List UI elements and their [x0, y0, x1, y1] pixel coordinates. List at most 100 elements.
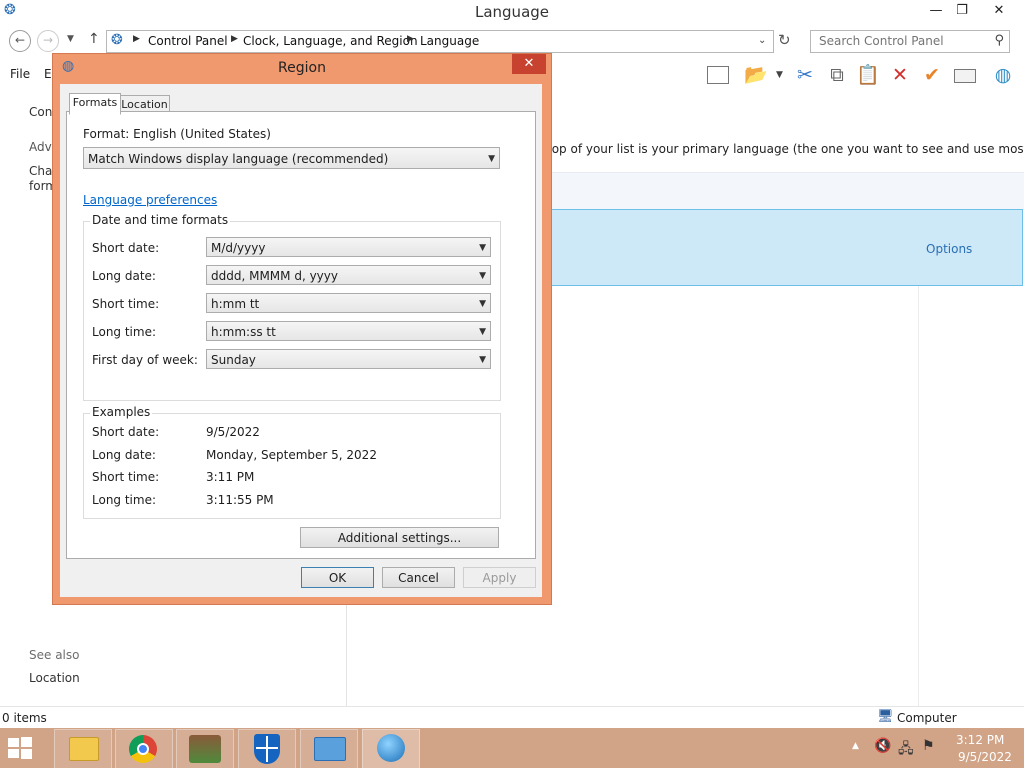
- search-input[interactable]: [817, 33, 981, 49]
- see-also-heading: See also: [29, 648, 80, 662]
- delete-icon[interactable]: ✕: [888, 64, 912, 86]
- tab-formats[interactable]: Formats: [69, 93, 121, 115]
- chevron-down-icon: ▼: [488, 154, 495, 164]
- long-time-select[interactable]: h:mm:ss tt ▼: [206, 321, 491, 341]
- volume-muted-icon[interactable]: 🔇: [874, 738, 891, 754]
- taskbar-clock-time[interactable]: 3:12 PM: [956, 733, 1004, 747]
- status-bar: 0 items 🖥 Computer: [0, 706, 1024, 729]
- region-clock-globe-icon: [377, 734, 405, 762]
- additional-settings-button[interactable]: Additional settings...: [300, 527, 499, 548]
- minimize-button[interactable]: —: [922, 0, 950, 22]
- properties-icon[interactable]: [953, 64, 977, 86]
- restore-button[interactable]: ❐: [948, 0, 976, 22]
- first-day-of-week-value: Sunday: [211, 353, 256, 367]
- long-time-label: Long time:: [92, 325, 157, 339]
- example-short-date-label: Short date:: [92, 425, 160, 439]
- folder-options-icon[interactable]: 📂: [744, 64, 768, 86]
- control-panel-icon: [314, 737, 346, 761]
- format-label: Format: English (United States): [83, 127, 271, 141]
- taskbar-region[interactable]: [362, 729, 420, 769]
- taskbar-defender[interactable]: [238, 729, 296, 769]
- taskbar-clock-date[interactable]: 9/5/2022: [958, 750, 1012, 764]
- short-time-value: h:mm tt: [211, 297, 260, 311]
- status-computer-label: Computer: [897, 711, 957, 725]
- format-select-value: Match Windows display language (recommen…: [88, 152, 389, 166]
- taskbar-game-app[interactable]: [176, 729, 234, 769]
- cut-icon[interactable]: ✂: [793, 64, 817, 86]
- address-dropdown-icon[interactable]: ⌄: [758, 35, 766, 46]
- example-short-time-label: Short time:: [92, 470, 160, 484]
- chevron-right-icon[interactable]: ▶: [133, 34, 140, 44]
- language-options-link[interactable]: Options: [926, 242, 972, 256]
- short-date-value: M/d/yyyy: [211, 241, 266, 255]
- shield-cross: [266, 736, 268, 762]
- chrome-icon-center: [137, 743, 149, 755]
- apply-button[interactable]: Apply: [463, 567, 536, 588]
- taskbar-chrome[interactable]: [115, 729, 173, 769]
- window-title: Language: [474, 3, 550, 21]
- status-item-count: 0 items: [2, 711, 47, 725]
- options-dropdown-icon[interactable]: ▼: [776, 70, 783, 80]
- chevron-down-icon: ▼: [479, 299, 486, 309]
- examples-group: Examples Short date: 9/5/2022 Long date:…: [83, 405, 501, 519]
- short-date-label: Short date:: [92, 241, 160, 255]
- long-date-select[interactable]: dddd, MMMM d, yyyy ▼: [206, 265, 491, 285]
- date-time-formats-title: Date and time formats: [90, 213, 231, 227]
- taskbar-file-explorer[interactable]: [54, 729, 112, 769]
- chevron-right-icon[interactable]: ▶: [407, 34, 414, 44]
- paste-icon[interactable]: 📋: [856, 64, 880, 86]
- globe-icon[interactable]: ◍: [991, 64, 1015, 86]
- chevron-down-icon: ▼: [479, 355, 486, 365]
- close-window-button[interactable]: ✕: [985, 0, 1013, 22]
- example-long-date-label: Long date:: [92, 448, 156, 462]
- taskbar-control-panel[interactable]: [300, 729, 358, 769]
- chevron-right-icon[interactable]: ▶: [231, 34, 238, 44]
- breadcrumb-clock-language-region[interactable]: Clock, Language, and Region: [243, 34, 418, 48]
- ok-button[interactable]: OK: [301, 567, 374, 588]
- short-date-select[interactable]: M/d/yyyy ▼: [206, 237, 491, 257]
- short-time-select[interactable]: h:mm tt ▼: [206, 293, 491, 313]
- shield-cross-bar: [256, 747, 278, 749]
- search-icon[interactable]: ⚲: [994, 33, 1004, 48]
- search-box[interactable]: ⚲: [810, 30, 1010, 53]
- game-app-icon: [189, 735, 221, 763]
- formats-tab-panel: Format: English (United States) Match Wi…: [66, 111, 536, 559]
- long-date-value: dddd, MMMM d, yyyy: [211, 269, 338, 283]
- refresh-icon[interactable]: ↻: [778, 31, 791, 49]
- example-long-time-label: Long time:: [92, 493, 157, 507]
- region-dialog: ◍ Region ✕ Formats Location Format: Engl…: [52, 53, 552, 605]
- copy-icon[interactable]: ⧉: [825, 64, 849, 86]
- folder-icon: [69, 737, 99, 761]
- language-list-description: top of your list is your primary languag…: [547, 142, 1024, 156]
- forward-button[interactable]: →: [37, 30, 59, 52]
- chevron-down-icon: ▼: [479, 327, 486, 337]
- recent-locations-dropdown-icon[interactable]: ▼: [67, 34, 74, 44]
- dialog-close-button[interactable]: ✕: [512, 54, 546, 74]
- examples-title: Examples: [90, 405, 153, 419]
- menu-file[interactable]: File: [10, 67, 30, 81]
- show-hidden-icons-icon[interactable]: ▲: [852, 741, 859, 751]
- long-time-value: h:mm:ss tt: [211, 325, 276, 339]
- network-icon[interactable]: 🖧: [898, 738, 914, 762]
- breadcrumb-control-panel[interactable]: Control Panel: [148, 34, 228, 48]
- first-day-of-week-select[interactable]: Sunday ▼: [206, 349, 491, 369]
- up-arrow-icon[interactable]: ↑: [88, 31, 100, 47]
- checkmark-icon[interactable]: ✔: [920, 64, 944, 86]
- windows-logo-icon: [8, 737, 32, 759]
- format-select[interactable]: Match Windows display language (recommen…: [83, 147, 500, 169]
- example-short-date-value: 9/5/2022: [206, 425, 260, 439]
- action-center-flag-icon[interactable]: ⚑: [922, 738, 935, 754]
- date-time-formats-group: Date and time formats Short date: M/d/yy…: [83, 213, 501, 401]
- back-button[interactable]: ←: [9, 30, 31, 52]
- window-titlebar: ❂ Language — ❐ ✕: [0, 0, 1024, 24]
- layout-pane-icon[interactable]: [706, 64, 730, 86]
- cancel-button[interactable]: Cancel: [382, 567, 455, 588]
- breadcrumb-language[interactable]: Language: [420, 34, 479, 48]
- location-link[interactable]: Location: [29, 671, 80, 685]
- language-preferences-link[interactable]: Language preferences: [83, 193, 217, 207]
- chevron-down-icon: ▼: [479, 243, 486, 253]
- menu-edit[interactable]: E: [44, 67, 52, 81]
- computer-icon: 🖥: [877, 709, 894, 724]
- address-bar[interactable]: ❂ ▶ Control Panel ▶ Clock, Language, and…: [106, 30, 774, 53]
- start-button[interactable]: [8, 737, 32, 759]
